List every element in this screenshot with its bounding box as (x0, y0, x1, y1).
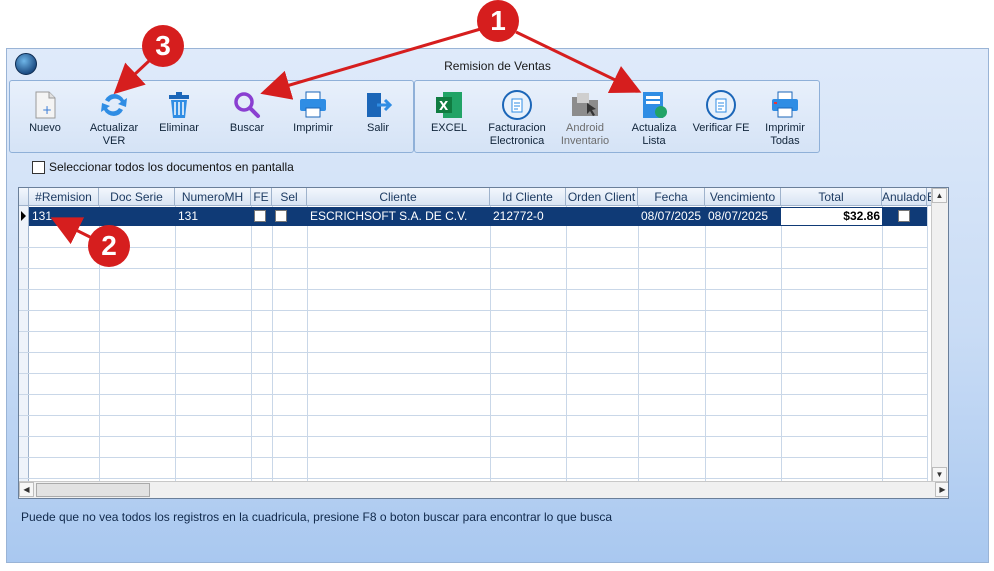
horizontal-scrollbar[interactable]: ◀ ▶ (19, 481, 948, 498)
excel-icon: X (436, 92, 462, 118)
toolbar-extra-group: X EXCEL Facturacion Electronica Android In… (414, 80, 820, 153)
vertical-scrollbar[interactable]: ▲ ▼ (931, 188, 948, 482)
col-fecha[interactable]: Fecha (638, 188, 705, 206)
svg-text:+: + (42, 103, 52, 117)
trash-icon (169, 92, 189, 118)
scroll-down-icon[interactable]: ▼ (932, 467, 947, 482)
imprimir-todas-button[interactable]: Imprimir Todas (761, 81, 809, 153)
grid-corner (19, 188, 29, 206)
annotation-badge-2: 2 (88, 225, 130, 267)
refresh-icon (101, 93, 127, 117)
salir-button[interactable]: Salir (356, 81, 400, 153)
actualizar-label-l1: Actualizar (89, 122, 139, 134)
col-anulado[interactable]: Anulado (882, 188, 927, 206)
cell-fe-checkbox[interactable] (254, 210, 266, 222)
facturacion-electronica-button[interactable]: Facturacion Electronica (485, 81, 549, 153)
annotation-badge-1: 1 (477, 0, 519, 42)
svg-text:X: X (439, 99, 449, 113)
cell-orden-cliente[interactable] (566, 207, 638, 226)
cell-cliente[interactable]: ESCRICHSOFT S.A. DE C.V. (307, 207, 490, 226)
actualiza-lista-button[interactable]: Actualiza Lista (627, 81, 681, 153)
android-label-l1: Android (566, 122, 604, 134)
cell-doc-serie[interactable] (99, 207, 175, 226)
col-id-cliente[interactable]: Id Cliente (490, 188, 566, 206)
scroll-left-icon[interactable]: ◀ (19, 482, 34, 497)
facturacion-label-l2: Electronica (489, 135, 545, 147)
excel-button[interactable]: X EXCEL (427, 81, 471, 153)
scroll-right-icon[interactable]: ▶ (935, 482, 948, 497)
imprimir-todas-label-l1: Imprimir (765, 122, 805, 134)
cell-total[interactable]: $32.86 (781, 208, 882, 225)
cell-sel-checkbox[interactable] (275, 210, 287, 222)
buscar-button[interactable]: Buscar (222, 81, 272, 153)
eliminar-button[interactable]: Eliminar (156, 81, 202, 153)
actualiza-label-l1: Actualiza (631, 122, 677, 134)
cell-anulado-checkbox[interactable] (898, 210, 910, 222)
horizontal-scroll-thumb[interactable] (36, 483, 150, 497)
verificar-fe-button[interactable]: Verificar FE (689, 81, 753, 153)
new-document-icon: + (35, 91, 56, 119)
help-note: Puede que no vea todos los registros en … (21, 510, 613, 524)
actualizar-ver-button[interactable]: Actualizar VER (82, 81, 146, 153)
android-inventario-button[interactable]: Android Inventario (559, 81, 611, 153)
current-row-pointer-icon (21, 211, 26, 221)
col-remision[interactable]: #Remision (29, 188, 99, 206)
col-orden-cliente[interactable]: Orden Client (566, 188, 638, 206)
col-vencimiento[interactable]: Vencimiento (705, 188, 781, 206)
imprimir-button[interactable]: Imprimir (288, 81, 338, 153)
col-sel[interactable]: Sel (272, 188, 307, 206)
printer-all-icon (772, 91, 798, 118)
cell-fecha[interactable]: 08/07/2025 (638, 207, 705, 226)
select-all-checkbox[interactable] (32, 160, 45, 174)
facturacion-label-l1: Facturacion (488, 122, 546, 134)
search-icon (234, 92, 260, 118)
col-numero-mh[interactable]: NumeroMH (175, 188, 251, 206)
col-doc-serie[interactable]: Doc Serie (99, 188, 175, 206)
annotation-badge-3: 3 (142, 25, 184, 67)
remision-grid[interactable]: #Remision Doc Serie NumeroMH FE Sel Clie… (18, 187, 949, 499)
col-cliente[interactable]: Cliente (307, 188, 490, 206)
printer-icon (300, 91, 326, 118)
folder-cursor-icon (572, 93, 598, 116)
scroll-up-icon[interactable]: ▲ (932, 188, 947, 203)
nuevo-button[interactable]: + Nuevo (20, 81, 70, 153)
e-invoice-seal-icon (502, 90, 532, 120)
select-all-row[interactable]: Seleccionar todos los documentos en pant… (32, 160, 294, 174)
main-window: Remision de Ventas + Nuevo Actualizar VER… (6, 48, 989, 563)
cell-numero-mh[interactable]: 131 (175, 207, 251, 226)
actualiza-label-l2: Lista (642, 135, 666, 147)
imprimir-todas-label-l2: Todas (770, 135, 800, 147)
col-fe[interactable]: FE (251, 188, 272, 206)
cell-vencimiento[interactable]: 08/07/2025 (705, 207, 781, 226)
actualizar-label-l2: VER (102, 135, 126, 147)
cell-remision[interactable]: 131 (29, 207, 99, 226)
android-label-l2: Inventario (560, 135, 610, 147)
e-invoice-verify-icon (706, 90, 736, 120)
toolbar-main-group: + Nuevo Actualizar VER Eliminar Buscar Im… (9, 80, 414, 153)
cell-id-cliente[interactable]: 212772-0 (490, 207, 566, 226)
exit-door-icon (367, 93, 393, 117)
select-all-label: Seleccionar todos los documentos en pant… (49, 160, 294, 174)
list-refresh-icon (643, 92, 667, 118)
col-total[interactable]: Total (781, 188, 882, 206)
